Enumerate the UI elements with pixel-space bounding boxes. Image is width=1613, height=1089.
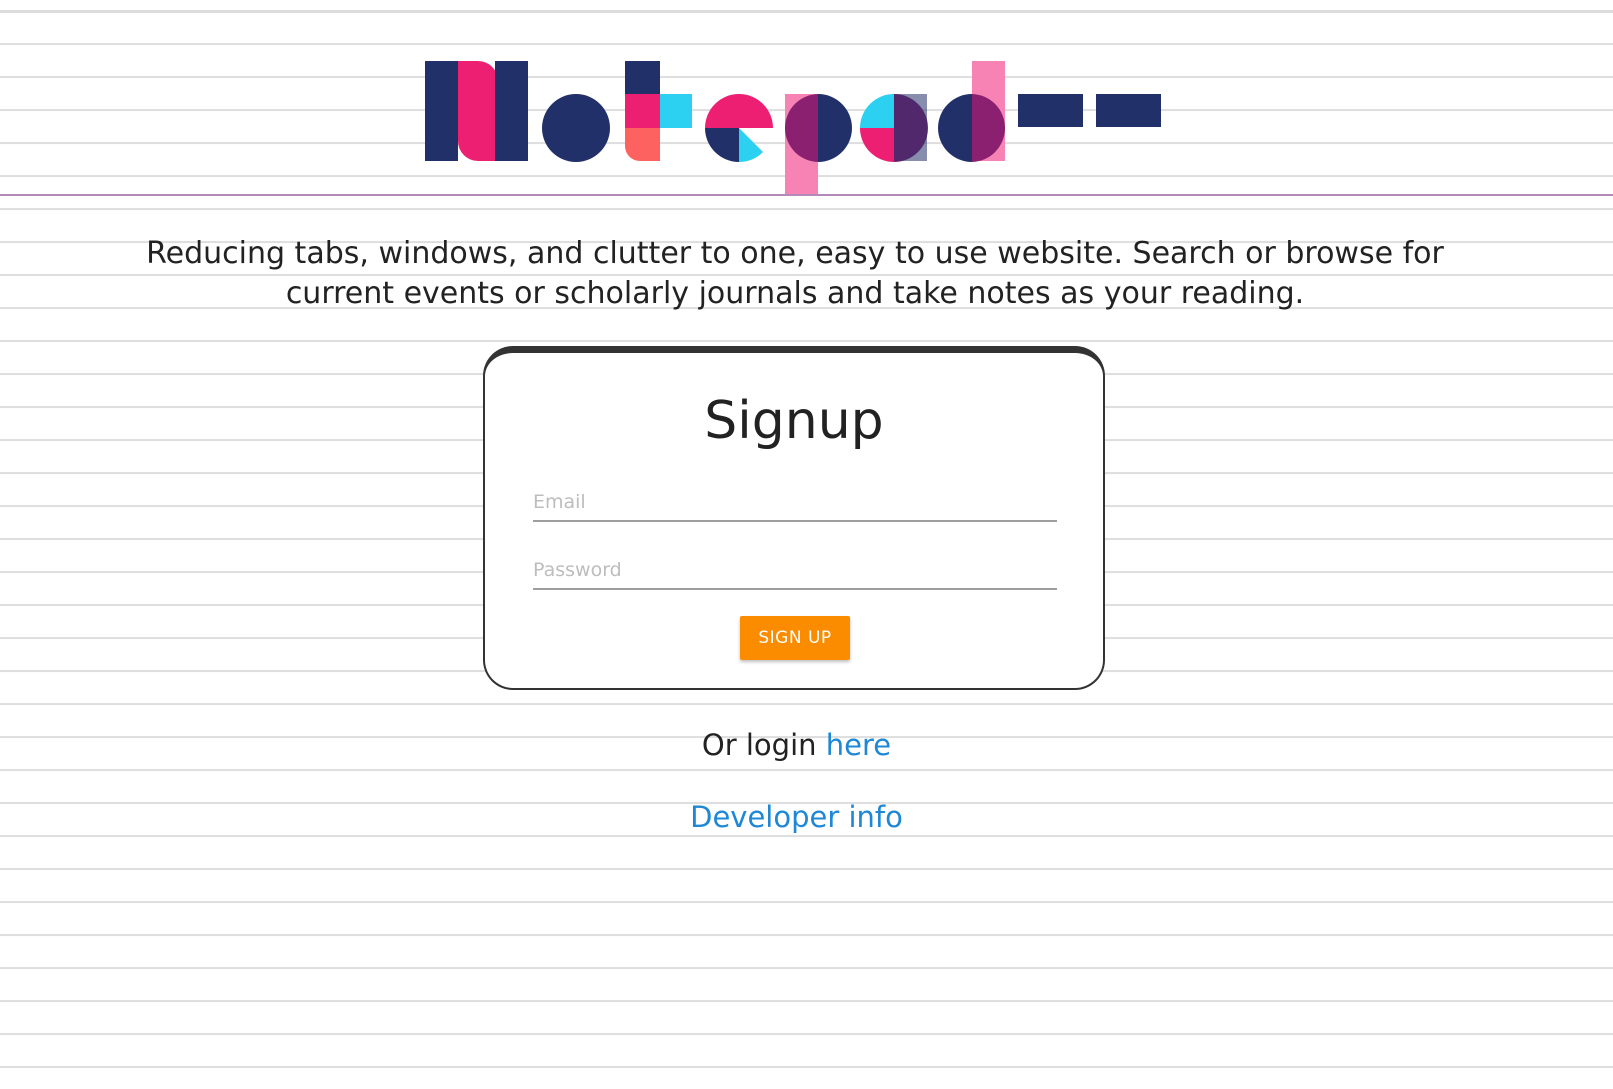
logo-e-bottom [705,128,739,162]
password-field[interactable] [533,552,1057,590]
login-prefix: Or login [701,728,826,762]
developer-info-link[interactable]: Developer info [690,800,903,834]
logo-a-bottom-left [860,128,894,162]
tagline: Reducing tabs, windows, and clutter to o… [146,236,1444,311]
logo-t-mid [625,94,660,128]
logo-e-wedge [739,128,763,162]
logo-a-stem [894,94,927,161]
logo-dash-1 [1018,94,1083,127]
logo-dash-2 [1096,94,1161,127]
developer-info-row: Developer info [0,797,1593,837]
logo-n-left [425,61,458,161]
logo-p-bowl [818,94,852,162]
site-header: Notepad-- [0,13,1613,194]
logo-e-top [705,94,773,128]
logo-t-top [625,61,660,94]
notepad-logo [425,61,1161,194]
top-border [0,0,1613,13]
email-field[interactable] [533,484,1057,522]
notebook-margin-line [0,194,1613,196]
signup-title: Signup [704,391,884,451]
signup-card: Signup SIGN UP [483,346,1105,690]
logo-n-right [495,61,528,161]
logo-t-base [625,128,660,161]
logo-n-curve [458,61,498,161]
login-prompt: Or login here [0,725,1593,765]
logo-d-bowl [938,94,972,162]
signup-button[interactable]: SIGN UP [740,616,850,660]
logo-o [542,94,610,162]
logo-t-arm [660,94,692,128]
logo-text: Notepad-- [0,13,1,14]
logo-a-top [860,94,894,128]
login-link[interactable]: here [826,728,891,762]
